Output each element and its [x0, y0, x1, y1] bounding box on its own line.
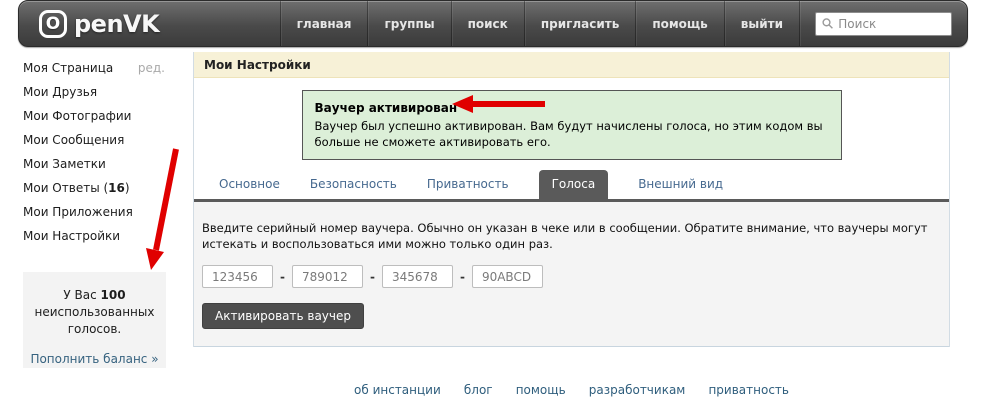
main-content: Мои Настройки Ваучер активирован Ваучер … — [193, 52, 950, 347]
voucher-field-4[interactable] — [472, 265, 543, 288]
footer: об инстанции блог помощь разработчикам п… — [193, 379, 950, 398]
tab-votes[interactable]: Голоса — [539, 170, 609, 199]
tab-privacy[interactable]: Приватность — [427, 170, 509, 199]
nav-item-search[interactable]: поиск — [451, 1, 524, 46]
tab-general[interactable]: Основное — [219, 170, 280, 199]
message-title: Ваучер активирован — [315, 100, 829, 116]
answers-count: 16 — [108, 181, 125, 195]
top-navigation-bar: O penVK главная группы поиск пригласить … — [18, 0, 968, 47]
voucher-separator: - — [370, 270, 375, 284]
voucher-activated-message: Ваучер активирован Ваучер был успешно ак… — [302, 90, 842, 160]
sidebar-link-my-settings[interactable]: Мои Настройки — [23, 230, 120, 243]
search-area — [799, 1, 967, 46]
votes-balance-box: У Вас 100 неиспользованных голосов. Попо… — [23, 272, 166, 368]
sidebar-link-my-friends[interactable]: Мои Друзья — [23, 86, 97, 99]
sidebar-link-my-apps[interactable]: Мои Приложения — [23, 206, 133, 219]
sidebar-item-my-answers: Мои Ответы (16) — [23, 182, 165, 195]
sidebar-item-my-apps: Мои Приложения — [23, 206, 165, 219]
sidebar: Моя Страница ред. Мои Друзья Мои Фотогра… — [23, 62, 165, 254]
nav-item-home[interactable]: главная — [280, 1, 368, 46]
tab-security[interactable]: Безопасность — [310, 170, 397, 199]
answers-label: Мои Ответы ( — [23, 181, 108, 195]
search-box[interactable] — [815, 12, 952, 36]
voucher-field-2[interactable] — [292, 265, 363, 288]
sidebar-link-my-answers[interactable]: Мои Ответы (16) — [23, 182, 130, 195]
balance-text-suffix: неиспользованных голосов. — [35, 305, 155, 336]
voucher-separator: - — [460, 270, 465, 284]
openvk-logo-text: penVK — [74, 10, 159, 38]
nav-item-invite[interactable]: пригласить — [524, 1, 636, 46]
sidebar-item-my-friends: Мои Друзья — [23, 86, 165, 99]
footer-link-about[interactable]: об инстанции — [354, 383, 441, 397]
sidebar-item-my-settings: Мои Настройки — [23, 230, 165, 243]
nav-item-help[interactable]: помощь — [635, 1, 723, 46]
sidebar-item-my-photos: Мои Фотографии — [23, 110, 165, 123]
openvk-settings-page: O penVK главная группы поиск пригласить … — [0, 0, 1003, 404]
nav-item-groups[interactable]: группы — [367, 1, 450, 46]
search-input[interactable] — [838, 17, 945, 31]
sidebar-link-my-page[interactable]: Моя Страница — [23, 62, 113, 75]
sidebar-item-my-page: Моя Страница ред. — [23, 62, 165, 75]
answers-suffix: ) — [125, 181, 130, 195]
top-up-balance-link[interactable]: Пополнить баланс » — [23, 351, 166, 368]
sidebar-edit-link[interactable]: ред. — [138, 62, 165, 75]
sidebar-item-my-notes: Мои Заметки — [23, 158, 165, 171]
top-nav-menu: главная группы поиск пригласить помощь в… — [280, 1, 967, 46]
voucher-instructions: Введите серийный номер ваучера. Обычно о… — [202, 220, 941, 252]
sidebar-link-my-notes[interactable]: Мои Заметки — [23, 158, 106, 171]
search-icon — [822, 17, 833, 30]
sidebar-item-my-messages: Мои Сообщения — [23, 134, 165, 147]
openvk-logo-icon: O — [39, 10, 67, 38]
message-body: Ваучер был успешно активирован. Вам буду… — [315, 118, 829, 150]
footer-link-help[interactable]: помощь — [516, 383, 566, 397]
voucher-separator: - — [280, 270, 285, 284]
page-title: Мои Настройки — [194, 52, 949, 78]
openvk-logo[interactable]: O penVK — [39, 1, 159, 46]
voucher-field-1[interactable] — [202, 265, 273, 288]
sidebar-link-my-photos[interactable]: Мои Фотографии — [23, 110, 131, 123]
votes-tab-content: Введите серийный номер ваучера. Обычно о… — [194, 202, 949, 347]
voucher-code-row: - - - — [202, 265, 941, 288]
nav-item-logout[interactable]: выйти — [724, 1, 799, 46]
footer-link-privacy[interactable]: приватность — [708, 383, 789, 397]
footer-link-blog[interactable]: блог — [464, 383, 493, 397]
settings-tabs: Основное Безопасность Приватность Голоса… — [194, 170, 949, 202]
voucher-field-3[interactable] — [382, 265, 453, 288]
balance-count: 100 — [101, 288, 126, 302]
activate-voucher-button[interactable]: Активировать ваучер — [202, 303, 364, 329]
tab-appearance[interactable]: Внешний вид — [638, 170, 723, 199]
footer-link-developers[interactable]: разработчикам — [589, 383, 686, 397]
sidebar-link-my-messages[interactable]: Мои Сообщения — [23, 134, 124, 147]
balance-text-prefix: У Вас — [63, 288, 100, 302]
